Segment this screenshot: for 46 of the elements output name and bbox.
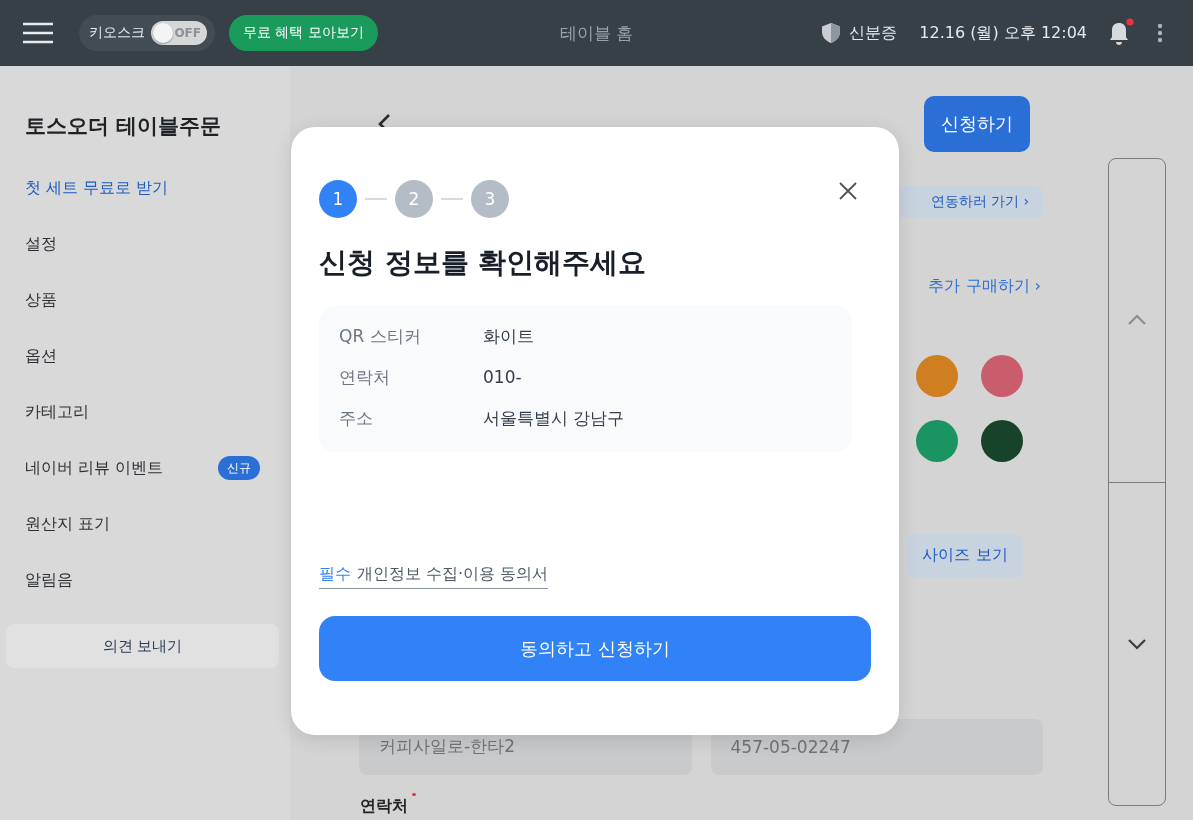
- summary-value: 서울특별시 강남구: [483, 406, 625, 430]
- color-swatch[interactable]: [981, 419, 1023, 462]
- sidebar-item[interactable]: 상품: [0, 288, 290, 344]
- id-card-link[interactable]: 신분증: [849, 22, 898, 44]
- connect-link[interactable]: 연동하러 가기 ›: [930, 192, 1029, 211]
- dialog-title: 신청 정보를 확인해주세요: [319, 245, 648, 281]
- sidebar-item[interactable]: 첫 세트 무료로 받기: [0, 176, 290, 232]
- sidebar-item[interactable]: 원산지 표기: [0, 512, 290, 568]
- color-swatch[interactable]: [916, 419, 958, 462]
- apply-button[interactable]: 신청하기: [924, 96, 1030, 152]
- shield-icon: [821, 22, 842, 44]
- chevron-up-icon: [1127, 314, 1147, 327]
- sidebar-item[interactable]: 알림음: [0, 568, 290, 624]
- agree-and-apply-button[interactable]: 동의하고 신청하기: [319, 616, 871, 681]
- new-badge: 신규: [218, 456, 260, 480]
- required-tag: 필수: [319, 564, 351, 585]
- summary-label: QR 스티커: [339, 324, 422, 348]
- sidebar-item[interactable]: 네이버 리뷰 이벤트: [25, 456, 164, 480]
- color-swatch[interactable]: [981, 354, 1023, 397]
- step-indicator: 2: [395, 180, 433, 218]
- summary-value: 화이트: [483, 324, 534, 348]
- size-guide-button[interactable]: 사이즈 보기: [907, 533, 1023, 578]
- menu-icon[interactable]: [22, 22, 54, 44]
- consent-link[interactable]: 필수 개인정보 수집·이용 동의서: [319, 564, 549, 589]
- screen-title: 테이블 홈: [559, 22, 634, 45]
- more-options-icon[interactable]: [1157, 23, 1163, 43]
- color-swatch[interactable]: [916, 354, 958, 397]
- summary-label: 주소: [339, 406, 374, 430]
- chevron-down-icon: [1127, 637, 1147, 650]
- sidebar-item[interactable]: 카테고리: [0, 400, 290, 456]
- sidebar-item[interactable]: 설정: [0, 232, 290, 288]
- step-indicator: 1: [319, 180, 357, 218]
- summary-value: 010-: [483, 367, 522, 387]
- sidebar-item[interactable]: 옵션: [0, 344, 290, 400]
- field-label: 연락처: [360, 794, 409, 817]
- close-icon[interactable]: [839, 182, 857, 200]
- promo-button[interactable]: 무료 혜택 모아보기: [229, 15, 378, 51]
- kiosk-toggle-control[interactable]: 키오스크 OFF: [79, 15, 215, 51]
- feedback-button[interactable]: 의견 보내기: [6, 624, 279, 668]
- step-indicator: 3: [471, 180, 509, 218]
- app-title: 토스오더 테이블주문: [24, 113, 223, 140]
- summary-label: 연락처: [339, 365, 391, 389]
- consent-text: 개인정보 수집·이용 동의서: [357, 564, 549, 585]
- kiosk-label: 키오스크: [89, 24, 145, 42]
- datetime-text: 12.16 (월) 오후 12:04: [919, 22, 1087, 44]
- toggle-state-text: OFF: [174, 26, 201, 40]
